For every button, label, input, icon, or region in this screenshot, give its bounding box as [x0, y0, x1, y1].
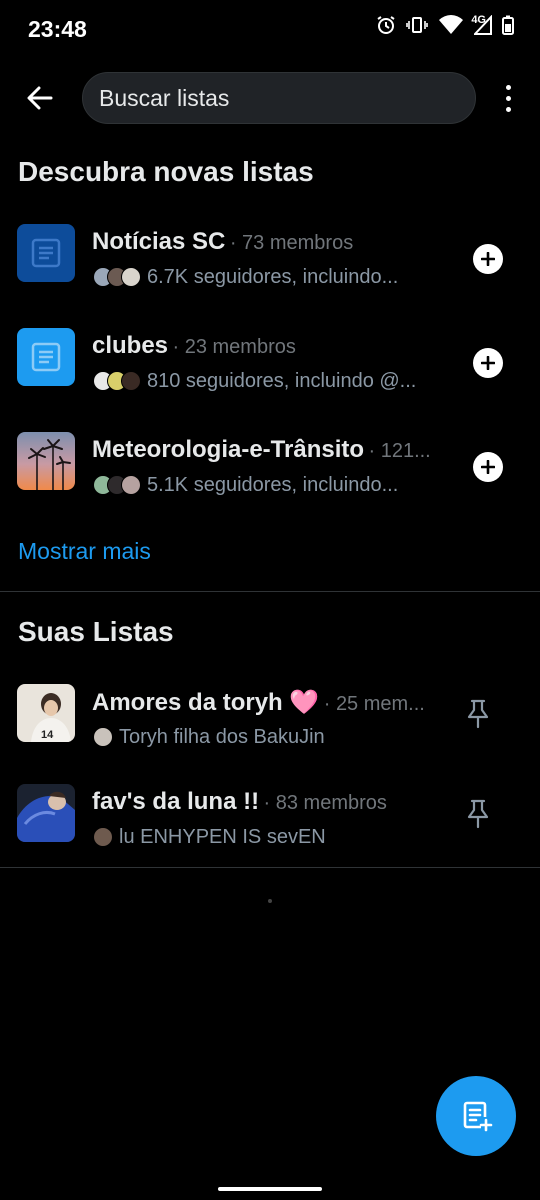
list-followers: 6.7K seguidores, incluindo... — [147, 265, 399, 288]
list-name: clubes — [92, 332, 169, 359]
search-box[interactable] — [82, 72, 476, 124]
status-icons — [376, 15, 514, 35]
plus-icon — [481, 356, 495, 370]
avatar — [121, 371, 141, 391]
top-bar — [0, 70, 540, 126]
discover-list-item[interactable]: Meteorologia-e-Trânsito · 121... 5.1K se… — [0, 432, 540, 528]
owner-avatar-group — [93, 727, 113, 747]
list-member-count: 73 membros — [242, 232, 354, 254]
discover-title: Descubra novas listas — [18, 156, 314, 187]
pin-icon — [467, 699, 489, 729]
doc-icon — [31, 342, 61, 372]
section-divider — [0, 867, 540, 868]
list-member-count: 83 membros — [275, 792, 387, 814]
more-options-button[interactable] — [496, 78, 520, 118]
list-owner: Toryh filha dos BakuJin — [119, 725, 325, 748]
list-thumbnail — [17, 432, 75, 490]
follow-list-button[interactable] — [473, 244, 503, 274]
pin-list-button[interactable] — [462, 798, 494, 830]
follower-avatars — [93, 267, 141, 287]
show-more-link[interactable]: Mostrar mais — [18, 538, 151, 565]
search-input[interactable] — [99, 85, 459, 112]
list-name: Meteorologia-e-Trânsito — [92, 436, 365, 463]
discover-list-item[interactable]: Notícias SC · 73 membros 6.7K seguidores… — [0, 224, 540, 320]
follow-list-button[interactable] — [473, 348, 503, 378]
blue-jacket-photo — [17, 784, 75, 842]
follow-list-button[interactable] — [473, 452, 503, 482]
home-indicator[interactable] — [218, 1187, 322, 1191]
your-lists-title: Suas Listas — [18, 616, 174, 647]
plus-icon — [481, 460, 495, 474]
battery-icon — [502, 15, 514, 35]
list-thumbnail — [17, 784, 75, 842]
status-bar: 23:48 4G — [0, 0, 540, 58]
owner-avatar — [93, 727, 113, 747]
new-list-button[interactable] — [436, 1076, 516, 1156]
your-list-item[interactable]: 14 Amores da toryh 🩷 · 25 mem... Toryh f… — [0, 684, 540, 780]
vibrate-icon — [406, 17, 428, 33]
list-thumbnail — [17, 224, 75, 282]
list-name: fav's da luna !! — [92, 788, 260, 815]
palm-sunset-photo — [17, 432, 75, 490]
back-arrow-icon — [27, 86, 53, 110]
follower-avatars — [93, 371, 141, 391]
plus-icon — [481, 252, 495, 266]
pin-list-button[interactable] — [462, 698, 494, 730]
list-thumbnail: 14 — [17, 684, 75, 742]
list-name: Amores da toryh 🩷 — [92, 689, 320, 716]
list-name: Notícias SC — [92, 228, 226, 255]
your-list-item[interactable]: fav's da luna !! · 83 membros lu ENHYPEN… — [0, 784, 540, 880]
avatar — [121, 475, 141, 495]
pin-icon — [467, 799, 489, 829]
wifi-icon — [439, 15, 463, 34]
svg-text:14: 14 — [41, 729, 54, 741]
follower-avatars — [93, 475, 141, 495]
owner-avatar-group — [93, 827, 113, 847]
list-owner: lu ENHYPEN IS sevEN — [119, 825, 326, 848]
discover-list-item[interactable]: clubes · 23 membros 810 seguidores, incl… — [0, 328, 540, 424]
person-photo: 14 — [17, 684, 75, 742]
doc-icon — [31, 238, 61, 268]
section-divider — [0, 591, 540, 592]
list-member-count: 23 membros — [184, 336, 296, 358]
list-followers: 5.1K seguidores, incluindo... — [147, 473, 399, 496]
new-list-icon — [463, 1101, 493, 1132]
avatar — [121, 267, 141, 287]
signal-icon — [474, 15, 492, 35]
more-vertical-icon — [505, 84, 511, 90]
owner-avatar — [93, 827, 113, 847]
loading-dot — [268, 899, 272, 903]
list-thumbnail — [17, 328, 75, 386]
list-member-count: 121... — [380, 440, 431, 462]
list-followers: 810 seguidores, incluindo @... — [147, 369, 417, 392]
status-time: 23:48 — [28, 16, 87, 42]
alarm-icon — [377, 16, 395, 34]
back-button[interactable] — [22, 80, 58, 116]
list-member-count: 25 mem... — [335, 693, 425, 715]
